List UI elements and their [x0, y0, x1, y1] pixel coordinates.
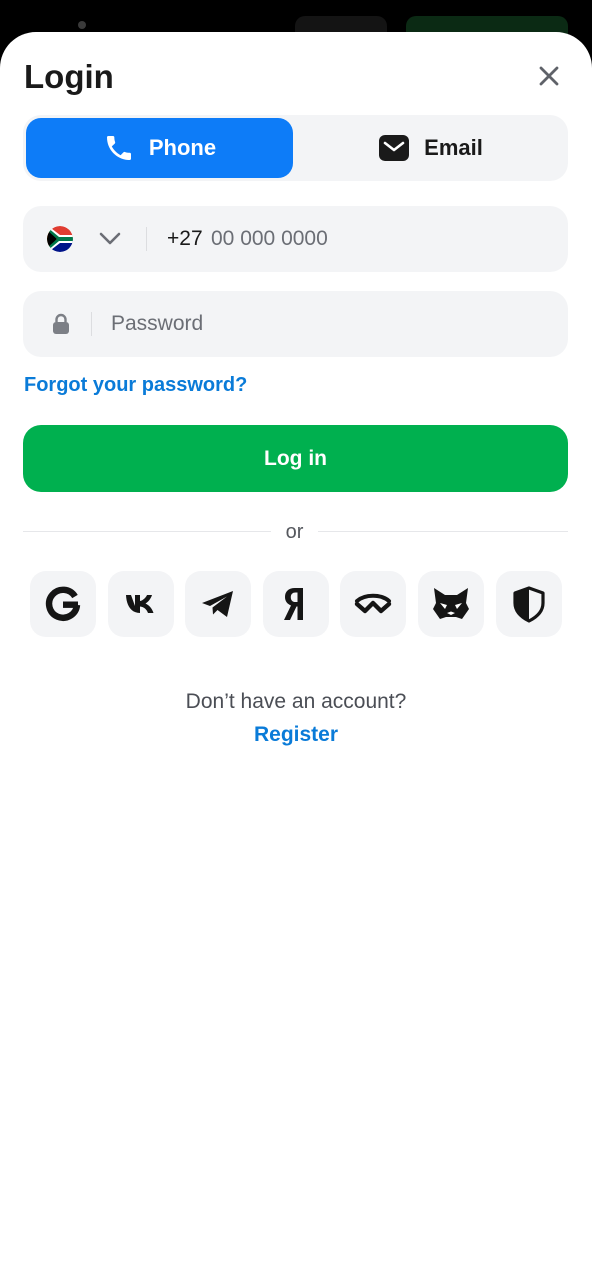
yandex-login-button[interactable]	[262, 571, 329, 637]
telegram-icon	[202, 591, 234, 617]
telegram-login-button[interactable]	[185, 571, 252, 637]
password-field	[23, 291, 568, 357]
close-icon	[539, 66, 559, 86]
google-login-button[interactable]	[30, 571, 96, 637]
register-link[interactable]: Register	[0, 721, 592, 749]
no-account-text: Don’t have an account?	[185, 690, 407, 713]
fox-icon	[433, 588, 469, 619]
password-input[interactable]	[111, 305, 551, 343]
login-sheet: Login Phone Email +27 00 000 0000 Forgot…	[0, 32, 592, 1280]
or-divider-text: or	[285, 521, 304, 543]
email-icon	[379, 135, 410, 161]
tab-email[interactable]: Email	[296, 118, 565, 178]
google-icon	[45, 586, 81, 621]
country-code-prefix: +27	[167, 227, 203, 250]
login-method-tabs: Phone Email	[23, 115, 568, 181]
or-divider-line-left	[23, 531, 271, 532]
page-title: Login	[24, 58, 114, 95]
phone-input[interactable]	[211, 220, 551, 258]
social-login-row	[30, 571, 562, 637]
country-code-selector[interactable]	[47, 226, 123, 252]
tab-phone[interactable]: Phone	[26, 118, 293, 178]
walletconnect-icon	[355, 593, 392, 614]
shield-login-button[interactable]	[495, 571, 562, 637]
phone-field: +27	[23, 206, 568, 272]
metamask-login-button[interactable]	[418, 571, 484, 637]
vk-login-button[interactable]	[107, 571, 174, 637]
phone-icon	[106, 136, 131, 160]
or-divider-line-right	[318, 531, 568, 532]
vk-icon	[125, 595, 154, 613]
yandex-icon	[283, 588, 303, 620]
walletconnect-login-button[interactable]	[340, 571, 407, 637]
or-divider: or	[23, 518, 568, 546]
login-button[interactable]: Log in	[23, 425, 568, 492]
tab-email-label: Email	[424, 135, 483, 160]
tab-phone-label: Phone	[148, 135, 217, 160]
south-africa-flag-icon	[47, 226, 73, 252]
forgot-password-link[interactable]: Forgot your password?	[24, 372, 247, 398]
close-button[interactable]	[530, 60, 568, 92]
password-field-divider	[91, 312, 92, 336]
chevron-down-icon	[97, 226, 123, 252]
backdrop-dot	[78, 21, 86, 29]
shield-icon	[512, 586, 545, 623]
phone-field-divider	[146, 227, 147, 251]
lock-icon	[53, 313, 69, 334]
